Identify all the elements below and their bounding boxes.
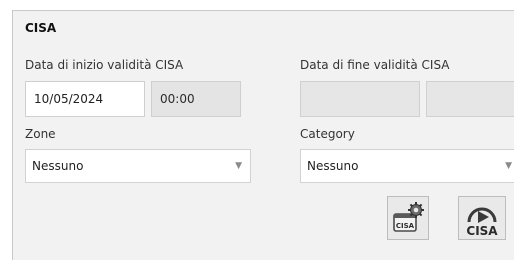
category-label: Category	[300, 127, 355, 141]
zone-value: Nessuno	[32, 159, 84, 173]
group-title: CISA	[25, 21, 57, 35]
chevron-down-icon: ▼	[505, 161, 512, 171]
end-validity-label: Data di fine validità CISA	[300, 58, 450, 72]
zone-label: Zone	[25, 127, 56, 141]
cisa-settings-button[interactable]: CISA	[387, 196, 429, 240]
start-time-field[interactable]: 00:00	[151, 81, 241, 117]
category-select[interactable]: Nessuno ▼	[300, 149, 514, 183]
end-time-field[interactable]	[426, 81, 514, 117]
cisa-play-icon: CISA	[466, 207, 498, 238]
start-date-field[interactable]: 10/05/2024	[25, 81, 145, 117]
end-date-field[interactable]	[300, 81, 420, 117]
chevron-down-icon: ▼	[235, 161, 242, 171]
cisa-play-button[interactable]: CISA	[458, 196, 506, 240]
cisa-panel: CISA Data di inizio validità CISA 10/05/…	[12, 10, 514, 260]
zone-select[interactable]: Nessuno ▼	[25, 149, 251, 183]
cisa-settings-icon-text: CISA	[396, 222, 415, 230]
cisa-play-icon-text: CISA	[466, 224, 498, 238]
cisa-settings-icon: CISA	[393, 202, 424, 232]
category-value: Nessuno	[307, 159, 359, 173]
start-validity-label: Data di inizio validità CISA	[25, 58, 184, 72]
